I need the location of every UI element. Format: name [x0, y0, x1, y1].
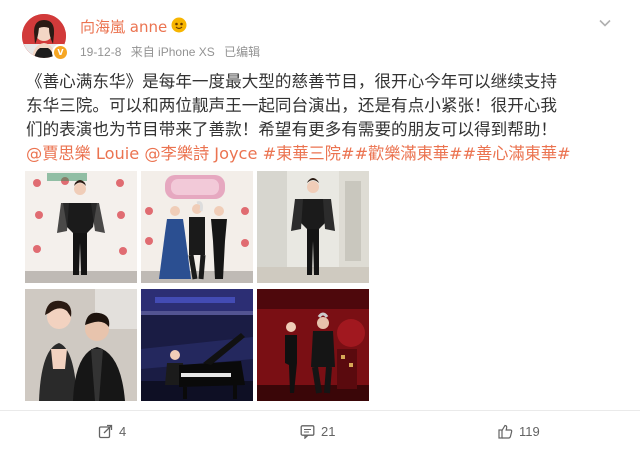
photo-red-carpet-solo[interactable]: [25, 171, 137, 283]
mention-link[interactable]: @李樂詩 Joyce: [144, 144, 257, 163]
photo-backstage-dress[interactable]: [257, 171, 369, 283]
weibo-post-card: V 向海嵐 anne 19-12-8 来自 iPhone XS 已编辑 《善心满…: [0, 0, 640, 456]
post-text-line: 东华三院。可以和两位靓声王一起同台演出，还是有点小紧张！很开心我: [26, 96, 557, 115]
thumbs-up-icon: [498, 424, 513, 439]
verified-v-icon: V: [52, 44, 69, 61]
like-count: 119: [519, 424, 540, 439]
photo-selfie-duo[interactable]: [25, 289, 137, 401]
mention-link[interactable]: @賈思樂 Louie: [26, 144, 139, 163]
post-links: @賈思樂 Louie @李樂詩 Joyce #東華三院##歡樂滿東華##善心滿東…: [26, 142, 571, 166]
photo-red-carpet-group[interactable]: [141, 171, 253, 283]
post-body: 《善心满东华》是每年一度最大型的慈善节目，很开心今年可以继续支持 东华三院。可以…: [26, 70, 616, 142]
photo-stage-duet[interactable]: [257, 289, 369, 401]
post-edited[interactable]: 已编辑: [224, 45, 260, 59]
share-button[interactable]: 4: [98, 424, 126, 439]
like-button[interactable]: 119: [498, 424, 540, 439]
share-count: 4: [119, 424, 127, 439]
comment-count: 21: [321, 424, 336, 439]
photo-piano-stage[interactable]: [141, 289, 253, 401]
chevron-down-icon[interactable]: [598, 16, 612, 30]
post-text-line: 《善心满东华》是每年一度最大型的慈善节目，很开心今年可以继续支持: [26, 72, 557, 91]
username[interactable]: 向海嵐 anne: [80, 16, 167, 37]
share-icon: [98, 424, 113, 439]
action-divider: [0, 410, 640, 411]
member-crown-icon: [171, 17, 187, 33]
post-source: 来自 iPhone XS: [130, 45, 215, 59]
post-text-line: 们的表演也为节目带来了善款！希望有更多有需要的朋友可以得到帮助！: [26, 120, 557, 139]
post-date[interactable]: 19-12-8: [80, 45, 121, 59]
post-meta: 19-12-8 来自 iPhone XS 已编辑: [80, 43, 266, 60]
hashtag-link[interactable]: #東華三院#: [263, 144, 355, 163]
comment-icon: [300, 425, 315, 440]
hashtag-link[interactable]: #歡樂滿東華#: [354, 144, 462, 163]
comment-button[interactable]: 21: [300, 424, 336, 440]
hashtag-link[interactable]: #善心滿東華#: [463, 144, 571, 163]
